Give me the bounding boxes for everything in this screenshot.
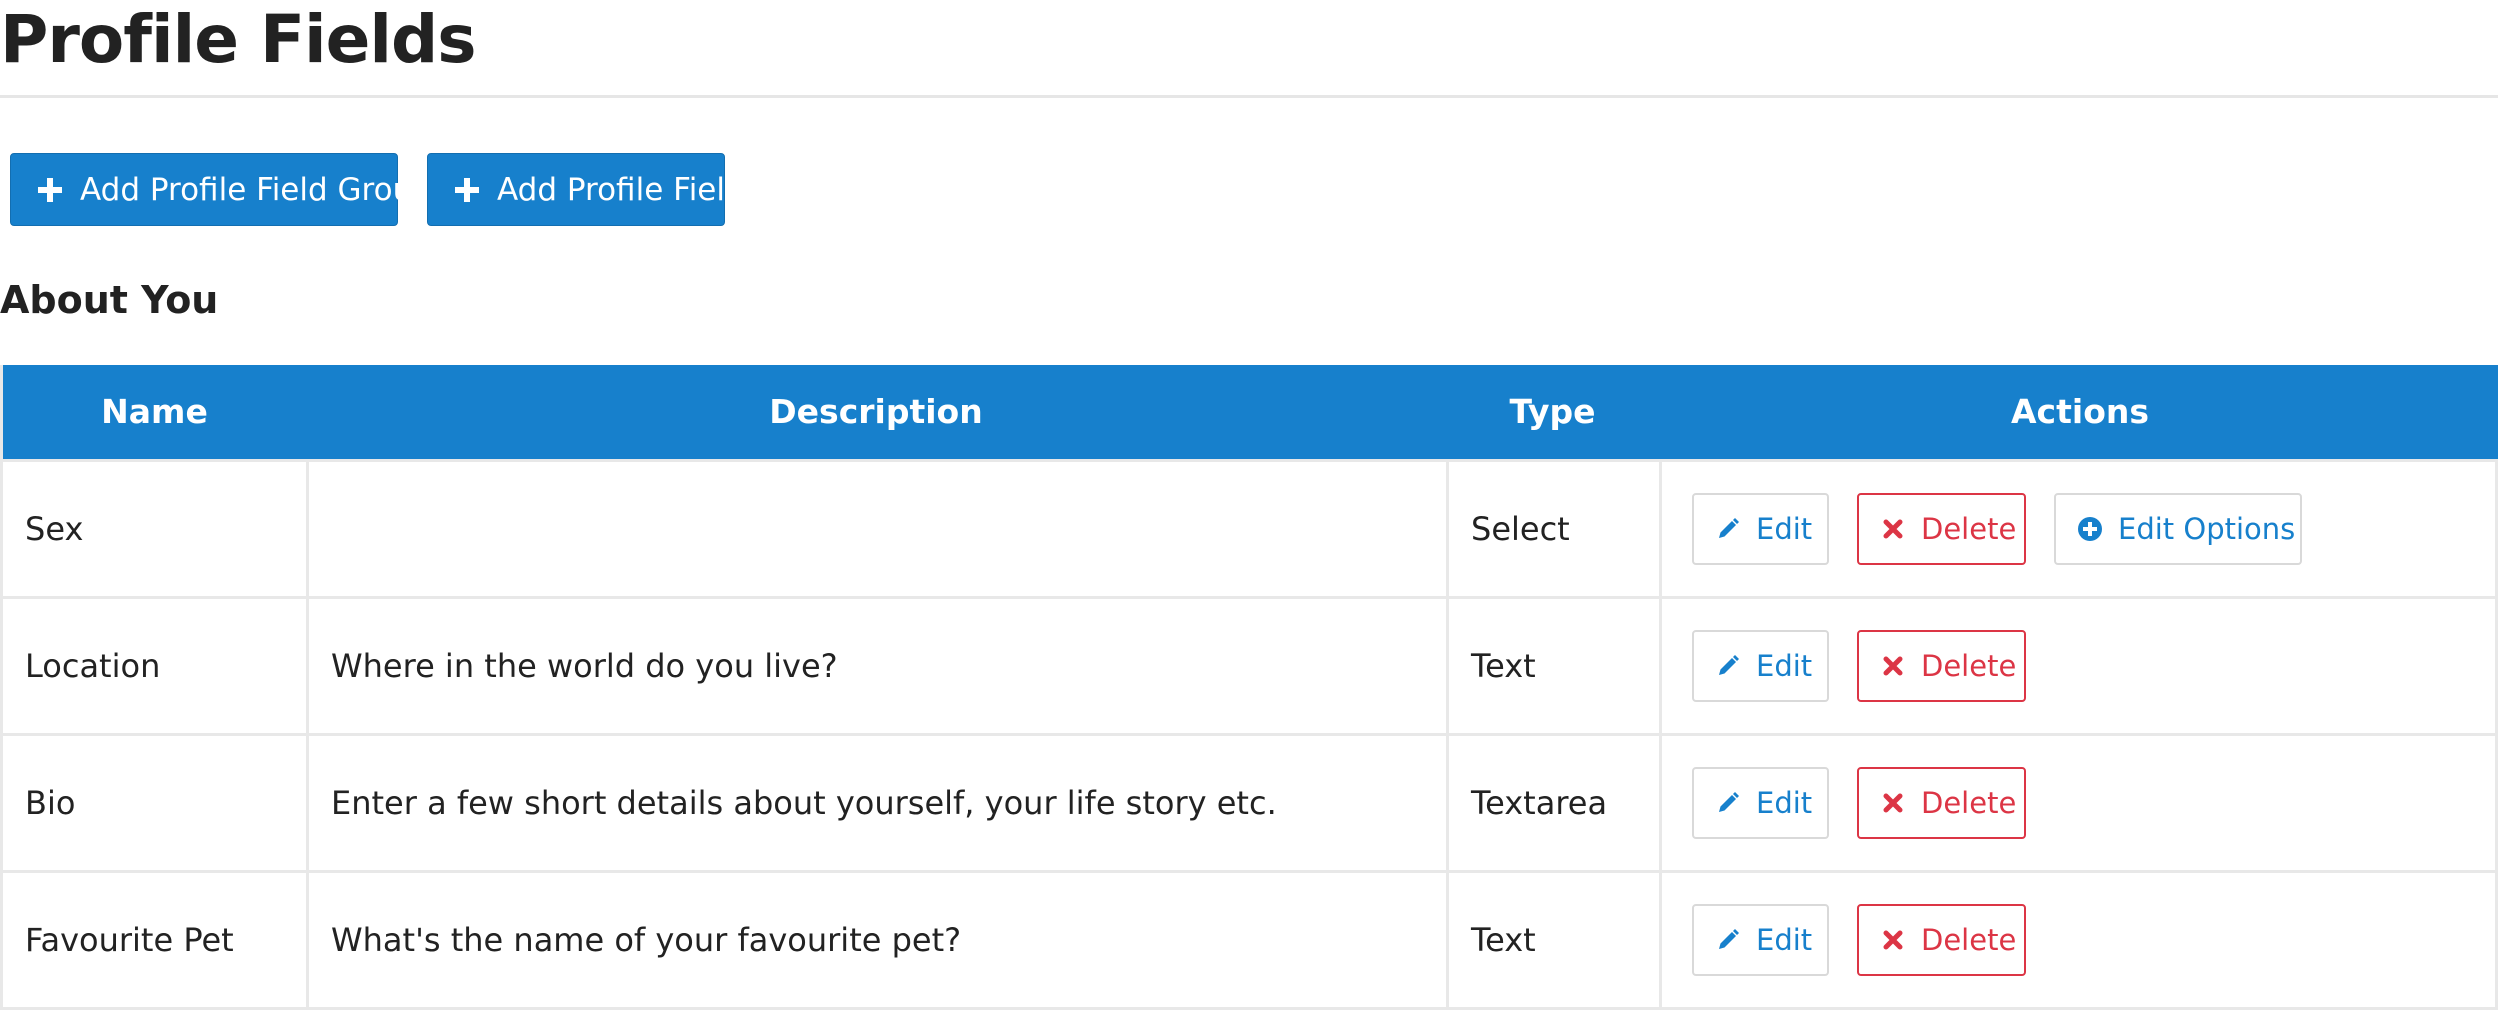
times-icon <box>1881 928 1905 952</box>
plus-icon <box>454 177 480 203</box>
add-profile-field-button[interactable]: Add Profile Field <box>427 153 745 226</box>
column-header-description: Description <box>769 392 983 431</box>
profile-fields-table: Name Description Type Actions Sex Select… <box>0 365 2498 1010</box>
delete-button[interactable]: Delete <box>1857 493 2026 565</box>
field-type: Textarea <box>1446 736 1659 870</box>
field-description: Where in the world do you live? <box>306 599 1446 733</box>
field-description: Enter a few short details about yourself… <box>306 736 1446 870</box>
edit-label: Edit <box>1756 649 1813 683</box>
pencil-icon <box>1716 654 1740 678</box>
pencil-icon <box>1716 791 1740 815</box>
edit-button[interactable]: Edit <box>1692 767 1829 839</box>
field-name: Bio <box>25 784 76 822</box>
times-icon <box>1881 517 1905 541</box>
edit-label: Edit <box>1756 786 1813 820</box>
field-name: Sex <box>25 510 84 548</box>
plus-circle-icon <box>2078 517 2102 541</box>
table-row: Location Where in the world do you live?… <box>3 596 2498 733</box>
field-name: Favourite Pet <box>25 921 234 959</box>
field-type: Select <box>1446 462 1659 596</box>
delete-button[interactable]: Delete <box>1857 767 2026 839</box>
delete-label: Delete <box>1921 512 2017 546</box>
add-profile-field-group-button[interactable]: Add Profile Field Group <box>10 153 432 226</box>
delete-label: Delete <box>1921 649 2017 683</box>
row-actions: Edit Delete Edit Options <box>1659 462 2498 596</box>
edit-options-label: Edit Options <box>2118 512 2296 546</box>
edit-button[interactable]: Edit <box>1692 630 1829 702</box>
edit-label: Edit <box>1756 923 1813 957</box>
row-actions: Edit Delete <box>1659 736 2498 870</box>
add-profile-field-label: Add Profile Field <box>497 171 745 208</box>
delete-label: Delete <box>1921 923 2017 957</box>
edit-options-button[interactable]: Edit Options <box>2054 493 2302 565</box>
delete-button[interactable]: Delete <box>1857 904 2026 976</box>
times-icon <box>1881 791 1905 815</box>
row-actions: Edit Delete <box>1659 873 2498 1007</box>
profile-fields-page: Profile Fields Add Profile Field Group A… <box>0 0 2498 1024</box>
column-header-type: Type <box>1509 392 1596 431</box>
row-actions: Edit Delete <box>1659 599 2498 733</box>
add-profile-field-group-label: Add Profile Field Group <box>80 171 432 208</box>
times-icon <box>1881 654 1905 678</box>
edit-button[interactable]: Edit <box>1692 904 1829 976</box>
edit-label: Edit <box>1756 512 1813 546</box>
delete-label: Delete <box>1921 786 2017 820</box>
title-divider <box>0 95 2498 98</box>
table-row: Favourite Pet What's the name of your fa… <box>3 870 2498 1007</box>
column-header-actions: Actions <box>2011 392 2149 431</box>
pencil-icon <box>1716 928 1740 952</box>
group-title: About You <box>0 278 219 322</box>
page-title: Profile Fields <box>0 1 477 78</box>
field-name: Location <box>25 647 161 685</box>
table-row: Bio Enter a few short details about your… <box>3 733 2498 870</box>
pencil-icon <box>1716 517 1740 541</box>
delete-button[interactable]: Delete <box>1857 630 2026 702</box>
table-row: Sex Select Edit Delete Edit Options <box>3 459 2498 596</box>
column-header-name: Name <box>101 392 208 431</box>
field-description: What's the name of your favourite pet? <box>306 873 1446 1007</box>
field-type: Text <box>1446 873 1659 1007</box>
plus-icon <box>37 177 63 203</box>
table-header: Name Description Type Actions <box>3 365 2498 459</box>
edit-button[interactable]: Edit <box>1692 493 1829 565</box>
field-type: Text <box>1446 599 1659 733</box>
field-description <box>306 462 1446 596</box>
